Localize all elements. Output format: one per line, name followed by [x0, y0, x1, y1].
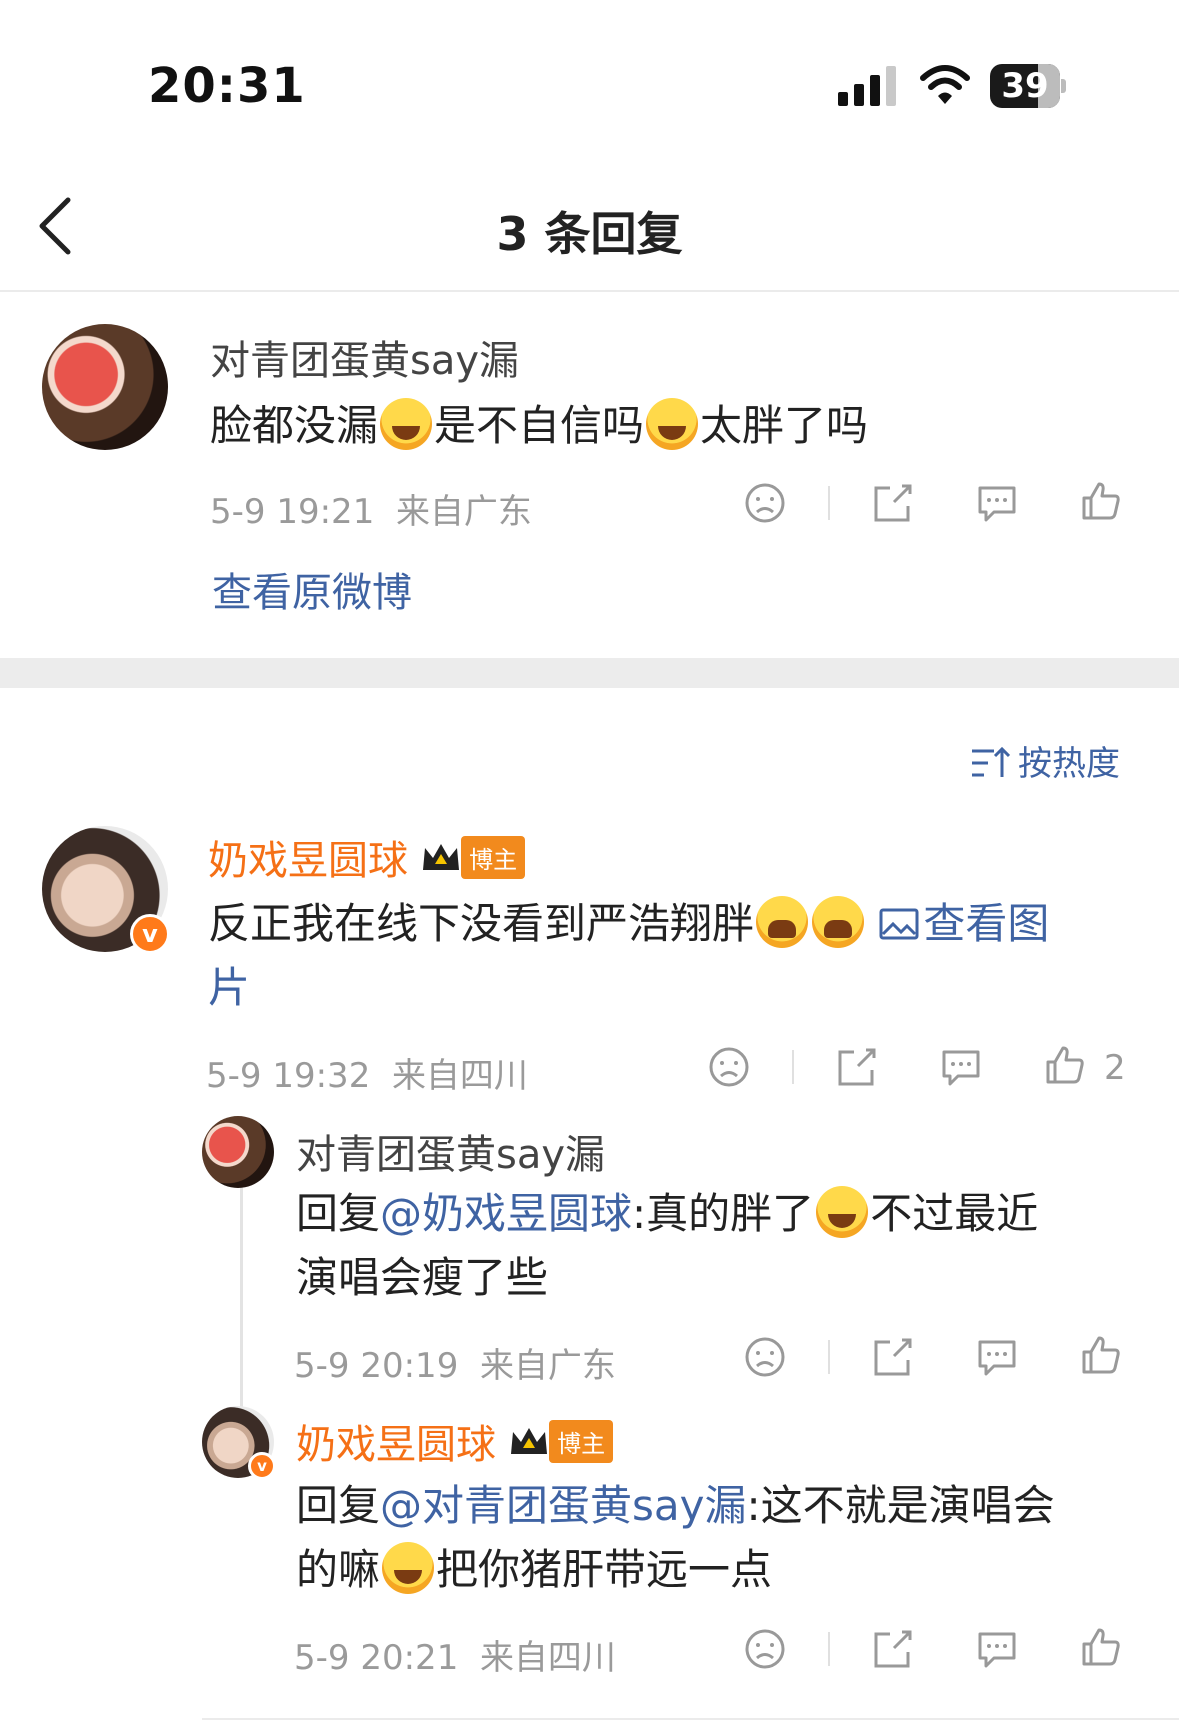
crying-emoji: [756, 896, 809, 948]
divider: [828, 1340, 830, 1374]
comment-username[interactable]: 奶戏昱圆球: [208, 838, 408, 884]
reply-thread-line: [240, 1180, 243, 1410]
sort-icon: [972, 746, 1011, 777]
share-icon[interactable]: [872, 482, 914, 524]
laugh-cry-emoji: [816, 1186, 869, 1238]
like-count: 2: [1104, 1048, 1126, 1088]
like-icon[interactable]: [1080, 1334, 1122, 1376]
status-time: 20:31: [148, 58, 306, 114]
dislike-icon[interactable]: [708, 1046, 750, 1088]
like-icon[interactable]: [1080, 480, 1122, 522]
comment-username[interactable]: 对青团蛋黄say漏: [210, 328, 519, 386]
verified-icon: v: [248, 1452, 276, 1480]
sort-label: 按热度: [1018, 744, 1120, 784]
mention-link[interactable]: @对青团蛋黄say漏: [380, 1481, 746, 1530]
share-icon[interactable]: [872, 1628, 914, 1670]
avatar[interactable]: [202, 1116, 274, 1188]
comment-icon[interactable]: [976, 1628, 1018, 1670]
laugh-cry-emoji: [382, 1542, 435, 1594]
page-title: 3 条回复: [496, 207, 683, 261]
reply-username[interactable]: 奶戏昱圆球: [296, 1422, 496, 1468]
comment-meta: 5-9 19:32 来自四川: [206, 1056, 528, 1096]
author-badge: 博主: [461, 836, 526, 879]
reply-text-continued: 演唱会瘦了些: [296, 1253, 549, 1302]
author-badge: 博主: [549, 1420, 614, 1463]
reply-meta: 5-9 20:21 来自四川: [294, 1638, 616, 1678]
mention-link[interactable]: @奶戏昱圆球: [380, 1189, 632, 1238]
header-divider: [0, 290, 1179, 292]
view-original-post-link[interactable]: 查看原微博: [212, 560, 412, 618]
comment-icon[interactable]: [940, 1046, 982, 1088]
section-divider: [0, 658, 1179, 688]
dislike-icon[interactable]: [744, 482, 786, 524]
signal-icon: [838, 66, 896, 106]
comment-text: 脸都没漏 是不自信吗 太胖了吗: [210, 394, 868, 458]
divider: [828, 1632, 830, 1666]
dislike-icon[interactable]: [744, 1628, 786, 1670]
comment-icon[interactable]: [976, 1336, 1018, 1378]
dislike-icon[interactable]: [744, 1336, 786, 1378]
crown-icon: [511, 1428, 548, 1454]
view-image-link[interactable]: 查看图: [879, 899, 1049, 948]
crying-emoji: [812, 896, 865, 948]
comment-user-row: 奶戏昱圆球 博主: [208, 828, 526, 886]
divider: [792, 1050, 794, 1084]
like-icon[interactable]: [1080, 1626, 1122, 1668]
comment-icon[interactable]: [976, 482, 1018, 524]
view-image-link-continued[interactable]: 片: [208, 956, 250, 1020]
comment-text: 反正我在线下没看到严浩翔胖 查看图: [208, 892, 1128, 956]
divider: [828, 486, 830, 520]
battery-icon: 39: [990, 64, 1066, 108]
sort-button[interactable]: 按热度: [970, 736, 1120, 785]
wifi-icon: [920, 65, 970, 104]
laugh-cry-emoji: [380, 398, 433, 450]
comment-meta: 5-9 19:21 来自广东: [210, 492, 532, 532]
reply-text-continued: 的嘛 把你猪肝带远一点: [296, 1538, 772, 1602]
laugh-cry-emoji: [646, 398, 699, 450]
crown-icon: [423, 844, 460, 870]
reply-meta: 5-9 20:19 来自广东: [294, 1346, 616, 1386]
avatar[interactable]: [42, 324, 168, 450]
share-icon[interactable]: [836, 1046, 878, 1088]
reply-text: 回复@对青团蛋黄say漏:这不就是演唱会: [296, 1481, 1055, 1530]
image-icon: [879, 908, 919, 940]
bottom-divider: [202, 1718, 1179, 1720]
share-icon[interactable]: [872, 1336, 914, 1378]
battery-level: 39: [1001, 66, 1049, 106]
reply-username[interactable]: 对青团蛋黄say漏: [296, 1122, 605, 1180]
like-icon[interactable]: [1044, 1044, 1086, 1086]
reply-user-row: 奶戏昱圆球 博主: [296, 1412, 614, 1470]
verified-icon: v: [130, 914, 170, 954]
reply-text: 回复@奶戏昱圆球:真的胖了 不过最近: [296, 1182, 1038, 1246]
